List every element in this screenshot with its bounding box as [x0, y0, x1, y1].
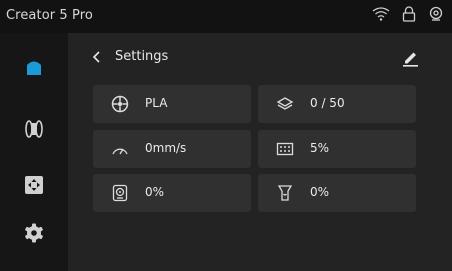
app-title: Creator 5 Pro — [6, 8, 93, 23]
tile-layer-count[interactable]: 0 / 50 — [258, 85, 416, 123]
tile-value: 0mm/s — [145, 141, 187, 155]
sidebar-item-home[interactable] — [20, 53, 48, 81]
status-icons — [372, 6, 444, 22]
back-button[interactable] — [90, 49, 104, 65]
sidebar-item-filament[interactable] — [20, 115, 48, 143]
move-axis-icon — [25, 176, 43, 194]
tile-print-speed[interactable]: 0mm/s — [93, 130, 251, 168]
lock-icon — [402, 6, 416, 22]
speedometer-icon — [112, 148, 128, 155]
fan-icon — [112, 184, 128, 202]
tile-fan-speed[interactable]: 0% — [93, 174, 251, 212]
filament-spool-icon — [25, 120, 43, 138]
page-title: Settings — [115, 49, 169, 64]
wifi-icon — [372, 7, 390, 21]
filament-spool-icon — [111, 95, 129, 113]
tile-flow-rate[interactable]: 0% — [258, 174, 416, 212]
status-bar: Creator 5 Pro — [0, 0, 452, 33]
tile-filament-material[interactable]: PLA — [93, 85, 251, 123]
extruder-flow-icon — [277, 185, 293, 201]
tile-value: 0 / 50 — [310, 96, 345, 110]
tile-value: 5% — [310, 141, 330, 155]
settings-panel: Settings PLA 0 / 50 0mm/s 5% 0% 0% — [68, 33, 452, 271]
layers-icon — [276, 97, 294, 110]
tile-infill[interactable]: 5% — [258, 130, 416, 168]
tile-value: 0% — [145, 185, 165, 199]
sidebar-nav — [0, 33, 68, 271]
sidebar-item-move[interactable] — [20, 171, 48, 199]
camera-icon — [429, 6, 443, 21]
sidebar-item-settings[interactable] — [20, 219, 48, 247]
infill-grid-icon — [276, 142, 294, 156]
tile-value: PLA — [145, 96, 168, 110]
edit-pencil-icon[interactable] — [400, 47, 420, 67]
gear-icon — [25, 223, 43, 243]
tile-value: 0% — [310, 185, 330, 199]
home-icon — [27, 61, 41, 75]
